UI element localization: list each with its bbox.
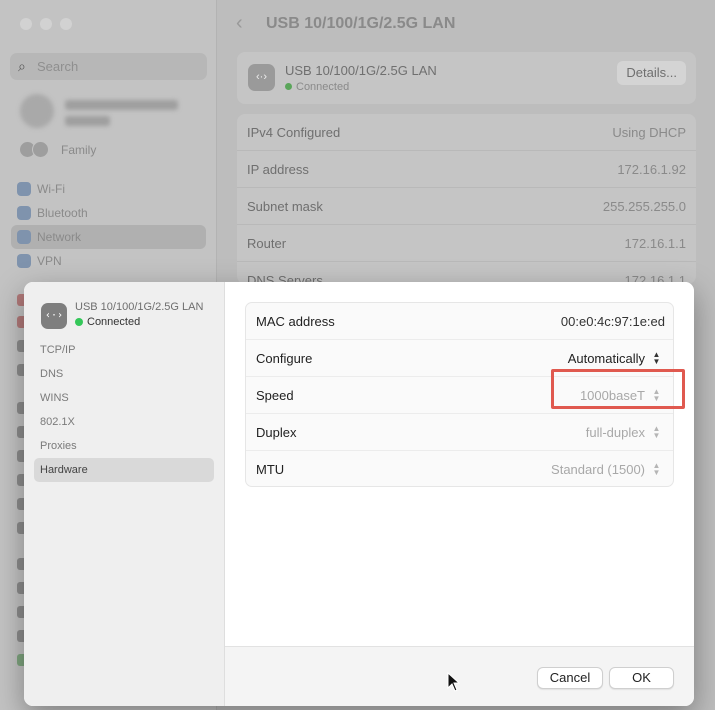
user-avatar[interactable]: [20, 94, 54, 128]
sidebar-item-wifi[interactable]: Wi-Fi: [11, 177, 206, 201]
row-key: IP address: [247, 162, 309, 177]
row-value: 172.16.1.1: [624, 236, 686, 251]
interface-status: Connected: [75, 316, 140, 328]
ethernet-icon: ‹·›: [248, 64, 275, 91]
info-table: IPv4 Configured Using DHCP IP address 17…: [237, 114, 696, 284]
row-key: Duplex: [256, 425, 297, 440]
family-avatar-icon: [32, 141, 49, 158]
table-row: IPv4 Configured Using DHCP: [237, 114, 696, 151]
row-value: Using DHCP: [612, 125, 686, 140]
duplex-popup[interactable]: full-duplex ▲ ▼: [586, 423, 663, 443]
updown-chevron-icon: ▲ ▼: [652, 424, 661, 440]
zoom-window-button[interactable]: [60, 18, 72, 30]
row-value: 172.16.1.92: [617, 162, 686, 177]
sidebar-item-label: Network: [37, 230, 82, 244]
network-icon: [17, 230, 31, 244]
ok-button[interactable]: OK: [609, 667, 674, 689]
speed-highlight-annotation: [551, 369, 685, 409]
sidebar-item-vpn[interactable]: VPN: [11, 249, 206, 273]
row-key: IPv4 Configured: [247, 125, 341, 140]
mouse-cursor-icon: [447, 672, 461, 692]
network-details-sheet: ‹·› USB 10/100/1G/2.5G LAN Connected TCP…: [24, 282, 694, 706]
tab-label: Hardware: [40, 464, 88, 476]
tab-label: WINS: [40, 392, 69, 404]
row-key: MAC address: [256, 314, 335, 329]
search-field[interactable]: ⌕ Search: [10, 53, 207, 80]
row-value: 255.255.255.0: [602, 199, 686, 214]
sidebar-item-label: Wi-Fi: [37, 182, 65, 196]
close-window-button[interactable]: [20, 18, 32, 30]
tab-label: TCP/IP: [40, 344, 76, 356]
tab-hardware[interactable]: Hardware: [34, 458, 214, 482]
search-icon: ⌕: [18, 58, 26, 74]
status-text: Connected: [87, 316, 141, 328]
duplex-row: Duplex full-duplex ▲ ▼: [246, 414, 673, 451]
tab-8021x[interactable]: 802.1X: [34, 410, 214, 434]
search-placeholder: Search: [37, 59, 79, 74]
tab-label: DNS: [40, 368, 64, 380]
vpn-icon: [17, 254, 31, 268]
cancel-button[interactable]: Cancel: [537, 667, 603, 689]
row-key: Subnet mask: [247, 199, 323, 214]
hardware-panel: MAC address 00:e0:4c:97:1e:ed Configure …: [225, 282, 694, 646]
interface-card: ‹·› USB 10/100/1G/2.5G LAN Connected Det…: [237, 52, 696, 104]
row-key: Configure: [256, 351, 313, 366]
table-row: Subnet mask 255.255.255.0: [237, 188, 696, 225]
sidebar-item-network[interactable]: Network: [11, 225, 206, 249]
interface-name: USB 10/100/1G/2.5G LAN: [75, 301, 204, 313]
status-dot-icon: [285, 83, 292, 90]
configure-popup[interactable]: Automatically ▲ ▼: [568, 349, 663, 369]
table-row: DNS Servers 172.16.1.1: [237, 262, 696, 284]
mac-address-row: MAC address 00:e0:4c:97:1e:ed: [246, 303, 673, 340]
page-title: USB 10/100/1G/2.5G LAN: [266, 15, 456, 32]
bluetooth-icon: [17, 206, 31, 220]
family-label: Family: [61, 143, 97, 157]
details-button[interactable]: Details...: [617, 61, 686, 85]
mtu-popup[interactable]: Standard (1500) ▲ ▼: [551, 460, 663, 480]
mac-address-value: 00:e0:4c:97:1e:ed: [560, 314, 665, 329]
tab-wins[interactable]: WINS: [34, 386, 214, 410]
wifi-icon: [17, 182, 31, 196]
ethernet-icon: ‹·›: [41, 303, 67, 329]
minimize-window-button[interactable]: [40, 18, 52, 30]
updown-chevron-icon: ▲ ▼: [652, 461, 661, 477]
tab-label: 802.1X: [40, 416, 75, 428]
row-key: Speed: [256, 388, 294, 403]
user-name-redacted: [65, 100, 178, 110]
status-text: Connected: [296, 81, 350, 93]
interface-status: Connected: [285, 81, 349, 93]
tab-tcpip[interactable]: TCP/IP: [34, 338, 214, 362]
configure-value: Automatically: [567, 351, 645, 366]
tab-proxies[interactable]: Proxies: [34, 434, 214, 458]
status-dot-icon: [75, 318, 83, 326]
tab-dns[interactable]: DNS: [34, 362, 214, 386]
table-row: Router 172.16.1.1: [237, 225, 696, 262]
details-sidebar: ‹·› USB 10/100/1G/2.5G LAN Connected TCP…: [24, 282, 225, 706]
table-row: IP address 172.16.1.92: [237, 151, 696, 188]
duplex-value: full-duplex: [585, 425, 645, 440]
interface-name: USB 10/100/1G/2.5G LAN: [285, 63, 437, 78]
row-key: Router: [247, 236, 287, 251]
updown-chevron-icon: ▲ ▼: [652, 350, 661, 366]
user-subtitle-redacted: [65, 116, 110, 126]
sidebar-item-bluetooth[interactable]: Bluetooth: [11, 201, 206, 225]
row-key: MTU: [256, 462, 285, 477]
sidebar-item-label: Bluetooth: [37, 206, 88, 220]
mtu-value: Standard (1500): [551, 462, 645, 477]
sidebar-item-label: VPN: [37, 254, 62, 268]
mtu-row: MTU Standard (1500) ▲ ▼: [246, 451, 673, 486]
tab-label: Proxies: [40, 440, 77, 452]
back-chevron-icon[interactable]: ‹: [236, 12, 243, 35]
